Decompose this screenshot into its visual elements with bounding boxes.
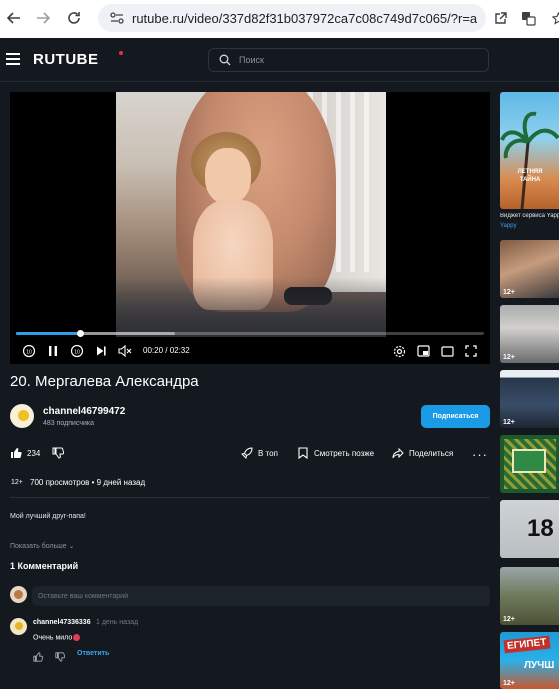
age-badge: 12+ xyxy=(503,354,515,361)
divider xyxy=(10,497,490,498)
age-badge: 12+ xyxy=(503,419,515,426)
reload-icon[interactable] xyxy=(60,4,88,32)
search-input[interactable] xyxy=(239,55,479,65)
comment-time: 1 день назад xyxy=(96,619,139,626)
channel-name[interactable]: channel46799472 xyxy=(43,406,125,417)
theater-mode-icon[interactable] xyxy=(439,343,455,359)
pause-icon[interactable] xyxy=(45,343,61,359)
video-frame xyxy=(116,92,386,337)
open-external-icon[interactable] xyxy=(486,4,514,32)
like-count: 234 xyxy=(27,448,41,458)
time-display: 00:20 / 02:32 xyxy=(143,346,190,355)
subscriber-count: 483 подписчика xyxy=(43,420,95,427)
comment-body: Очень мило xyxy=(33,634,81,642)
show-more-label: Показать больше xyxy=(10,543,67,550)
forward-10-icon[interactable]: 10 xyxy=(69,343,85,359)
channel-avatar[interactable] xyxy=(10,404,34,428)
recommendation-card[interactable]: ЛЕТНЯЯ ТАЙНА xyxy=(500,92,559,209)
progress-handle[interactable] xyxy=(77,330,85,337)
search-icon xyxy=(219,54,231,66)
chevron-down-icon: ⌄ xyxy=(68,543,75,550)
recommendation-caption[interactable]: Виджет сервиса Yappy xyxy=(500,213,559,219)
translate-icon[interactable] xyxy=(514,4,542,32)
recommendation-channel[interactable]: Yappy xyxy=(500,223,517,229)
thumbs-up-icon xyxy=(10,447,22,459)
address-bar[interactable]: rutube.ru/video/337d82f31b037972ca7c08c7… xyxy=(98,4,486,32)
dislike-button[interactable] xyxy=(52,446,69,460)
settings-gear-icon[interactable] xyxy=(391,343,407,359)
show-more-link[interactable]: Показать больше ⌄ xyxy=(10,542,75,550)
recommendation-card[interactable]: 12+ xyxy=(500,305,559,363)
hamburger-menu-icon[interactable] xyxy=(6,53,20,65)
age-badge: 12+ xyxy=(503,680,515,687)
picture-in-picture-icon[interactable] xyxy=(415,343,431,359)
video-title: 20. Мергалева Александра xyxy=(10,373,199,390)
thumbs-down-icon xyxy=(52,447,64,459)
recommendation-card[interactable]: 12+ xyxy=(500,370,559,428)
share-button[interactable]: Поделиться xyxy=(392,446,453,460)
thumbnail-overlay-text: ЕГИПЕТ xyxy=(503,635,551,654)
age-badge: 12+ xyxy=(503,616,515,623)
back-arrow-icon[interactable] xyxy=(0,4,28,32)
view-stats: 700 просмотров • 9 дней назад xyxy=(30,478,145,487)
share-label: Поделиться xyxy=(409,448,454,458)
svg-text:10: 10 xyxy=(74,349,80,355)
watch-later-button[interactable]: Смотреть позже xyxy=(297,446,374,460)
comment-dislike-icon[interactable] xyxy=(55,649,66,662)
comment-like-icon[interactable] xyxy=(33,649,44,662)
svg-text:10: 10 xyxy=(26,349,32,355)
subscribe-button[interactable]: Подписаться xyxy=(421,405,490,428)
more-options-icon[interactable]: ··· xyxy=(472,447,488,462)
fullscreen-icon[interactable] xyxy=(463,343,479,359)
recommendation-card[interactable]: 12+ xyxy=(500,240,559,298)
watch-later-label: Смотреть позже xyxy=(314,448,375,458)
age-rating-badge: 12+ xyxy=(11,479,23,486)
age-badge: 12+ xyxy=(503,289,515,296)
top-label: В топ xyxy=(258,448,278,458)
rocket-icon xyxy=(241,447,253,459)
like-button[interactable]: 234 xyxy=(10,446,40,460)
rewind-10-icon[interactable]: 10 xyxy=(21,343,37,359)
site-settings-icon[interactable] xyxy=(106,8,128,28)
rutube-logo[interactable]: RUTUBE xyxy=(33,51,99,68)
search-box[interactable] xyxy=(208,48,489,72)
star-icon[interactable] xyxy=(544,4,559,32)
recommendation-card[interactable]: 12+ xyxy=(500,567,559,625)
comment-text: Очень мило xyxy=(33,634,73,642)
comment-author[interactable]: channel47336336 xyxy=(33,619,91,626)
share-arrow-icon xyxy=(392,447,404,459)
comment-input[interactable] xyxy=(32,586,490,606)
video-description: Мой лучший друг-папа! xyxy=(10,513,86,520)
commenter-avatar[interactable] xyxy=(10,618,27,635)
comments-title: 1 Комментарий xyxy=(10,561,79,571)
publish-date: 9 дней назад xyxy=(96,478,146,487)
thumbnail-overlay-text: 18 xyxy=(527,515,554,542)
mute-icon[interactable] xyxy=(117,343,133,359)
top-button[interactable]: В топ xyxy=(241,446,278,460)
next-video-icon[interactable] xyxy=(93,343,109,359)
recommendation-card[interactable]: 18 xyxy=(500,500,559,558)
thumbnail-overlay-text: ЛУЧШ xyxy=(524,660,555,671)
browser-toolbar: rutube.ru/video/337d82f31b037972ca7c08c7… xyxy=(0,0,559,38)
video-player[interactable]: 10 10 00:20 / 02:32 xyxy=(10,92,490,364)
url-text: rutube.ru/video/337d82f31b037972ca7c08c7… xyxy=(132,10,478,26)
recommendation-card[interactable] xyxy=(500,435,559,493)
progress-played xyxy=(16,332,81,335)
logo-dot xyxy=(119,51,123,55)
view-count: 700 просмотров xyxy=(30,478,90,487)
progress-bar[interactable] xyxy=(16,330,484,337)
bookmark-icon xyxy=(297,447,309,459)
forward-arrow-icon[interactable] xyxy=(29,4,57,32)
heart-emoji-icon xyxy=(73,634,81,641)
thumbnail-overlay-text: ЛЕТНЯЯ ТАЙНА xyxy=(517,169,543,183)
palm-tree-icon xyxy=(500,111,559,209)
comment-reply-button[interactable]: Ответить xyxy=(77,650,109,657)
user-avatar xyxy=(10,586,27,603)
recommendation-card[interactable]: ЕГИПЕТ ЛУЧШ 12+ xyxy=(500,632,559,689)
